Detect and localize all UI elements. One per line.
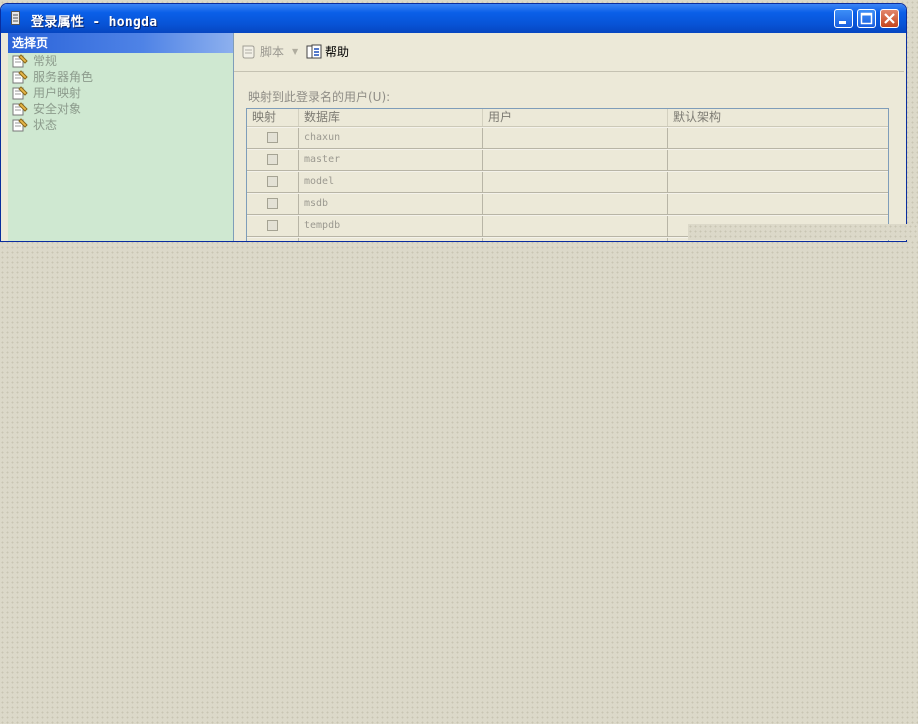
nav-item-server-roles[interactable]: 服务器角色	[8, 69, 233, 85]
database-cell: tempdb	[299, 216, 483, 236]
map-checkbox[interactable]	[267, 154, 278, 165]
script-icon	[242, 45, 255, 59]
grid-header: 映射 数据库 用户 默认架构	[247, 109, 888, 127]
map-cell	[247, 150, 299, 170]
table-row[interactable]: chaxun	[247, 127, 888, 149]
help-button[interactable]: 帮助	[306, 43, 349, 61]
select-page-header: 选择页	[8, 33, 233, 53]
user-cell[interactable]	[483, 150, 668, 170]
map-checkbox[interactable]	[267, 198, 278, 209]
user-mapping-page: 脚本 ▼ 帮助 映射到此登录名的用户(U): 映射 数据库 用户 默认架构 ch…	[234, 33, 904, 241]
default-schema-cell[interactable]	[668, 172, 888, 192]
column-header-user[interactable]: 用户	[483, 109, 668, 126]
user-cell[interactable]: hongda	[483, 238, 668, 241]
table-row[interactable]: master	[247, 149, 888, 171]
database-icon	[11, 11, 20, 25]
page-icon	[12, 54, 28, 68]
help-icon	[306, 44, 322, 59]
database-cell: tom	[299, 238, 483, 241]
database-cell: msdb	[299, 194, 483, 214]
user-cell[interactable]	[483, 216, 668, 236]
script-dropdown-arrow[interactable]: ▼	[292, 47, 298, 56]
minimize-icon	[839, 21, 846, 24]
default-schema-cell[interactable]	[668, 194, 888, 214]
nav-item-securables[interactable]: 安全对象	[8, 101, 233, 117]
close-button[interactable]	[880, 9, 899, 28]
default-schema-cell[interactable]	[668, 128, 888, 148]
page-icon	[12, 86, 28, 100]
nav-item-user-mapping[interactable]: 用户映射	[8, 85, 233, 101]
mapping-section-label: 映射到此登录名的用户(U):	[248, 90, 391, 104]
database-cell: chaxun	[299, 128, 483, 148]
page-icon	[12, 118, 28, 132]
map-cell	[247, 216, 299, 236]
map-cell: ✓	[247, 238, 299, 241]
user-mapping-grid: 映射 数据库 用户 默认架构 chaxun master model msdb temp…	[246, 108, 889, 241]
select-page-pane: 选择页 常规 服务器角色 用户映射 安全对象 状态	[8, 33, 234, 241]
nav-item-general[interactable]: 常规	[8, 53, 233, 69]
nav-label-status: 状态	[33, 118, 58, 132]
nav-item-status[interactable]: 状态	[8, 117, 233, 133]
column-header-map[interactable]: 映射	[247, 109, 299, 126]
script-button[interactable]: 脚本	[240, 43, 284, 61]
nav-label-securables: 安全对象	[33, 102, 82, 116]
desktop-background-patch	[688, 224, 918, 240]
map-checkbox[interactable]	[267, 220, 278, 231]
default-schema-cell[interactable]	[668, 150, 888, 170]
map-cell	[247, 128, 299, 148]
window-title: 登录属性 - hongda	[31, 15, 158, 30]
nav-label-general: 常规	[33, 54, 58, 68]
minimize-button[interactable]	[834, 9, 853, 28]
page-list: 常规 服务器角色 用户映射 安全对象 状态	[8, 53, 233, 133]
maximize-icon	[860, 12, 873, 25]
table-row[interactable]: msdb	[247, 193, 888, 215]
login-properties-window: 登录属性 - hongda 选择页 常规 服务器角色 用户映射 安全对象 状态 …	[0, 3, 907, 242]
close-icon	[884, 13, 895, 24]
table-row[interactable]: model	[247, 171, 888, 193]
map-cell	[247, 194, 299, 214]
page-icon	[12, 102, 28, 116]
toolbar: 脚本 ▼ 帮助	[234, 33, 904, 72]
help-label: 帮助	[325, 45, 350, 59]
column-header-database[interactable]: 数据库	[299, 109, 483, 126]
nav-label-user-mapping: 用户映射	[33, 86, 82, 100]
script-label: 脚本	[260, 45, 285, 59]
map-cell	[247, 172, 299, 192]
map-checkbox[interactable]	[267, 176, 278, 187]
column-header-default-schema[interactable]: 默认架构	[668, 109, 888, 126]
nav-label-server-roles: 服务器角色	[33, 70, 94, 84]
user-cell[interactable]	[483, 194, 668, 214]
page-icon	[12, 70, 28, 84]
database-cell: model	[299, 172, 483, 192]
map-checkbox[interactable]	[267, 132, 278, 143]
title-bar[interactable]: 登录属性 - hongda	[1, 4, 906, 33]
database-cell: master	[299, 150, 483, 170]
maximize-button[interactable]	[857, 9, 876, 28]
user-cell[interactable]	[483, 172, 668, 192]
user-cell[interactable]	[483, 128, 668, 148]
